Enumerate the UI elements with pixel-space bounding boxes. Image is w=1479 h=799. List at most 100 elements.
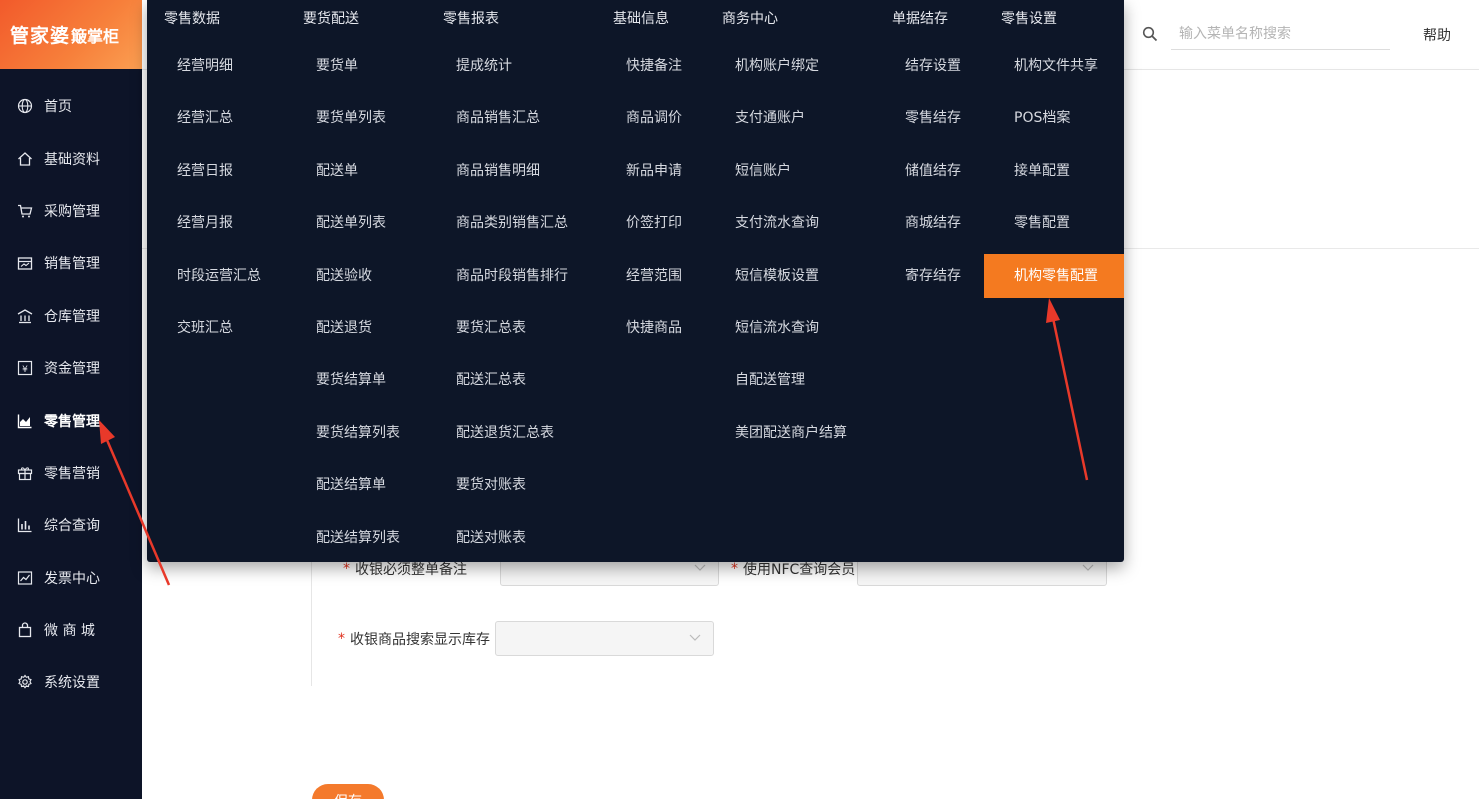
menu-item[interactable]: 配送结算单: [316, 463, 386, 507]
menu-item[interactable]: 要货对账表: [456, 463, 526, 507]
menu-item[interactable]: 要货单列表: [316, 96, 386, 140]
sidebar-item-label: 发票中心: [44, 570, 100, 587]
menu-item-highlighted[interactable]: 机构零售配置: [984, 253, 1124, 298]
chart-area-icon: [17, 413, 33, 429]
sidebar-item-10[interactable]: 微 商 城: [0, 604, 142, 656]
sidebar-item-3[interactable]: 销售管理: [0, 237, 142, 289]
sidebar: 管家婆 簸掌柜 首页基础资料采购管理销售管理仓库管理 ¥ 资金管理 零售管理零售营销综…: [0, 0, 142, 799]
sidebar-item-label: 资金管理: [44, 361, 100, 378]
gear-icon: [17, 674, 33, 690]
menu-item[interactable]: 短信流水查询: [735, 306, 819, 350]
sidebar-item-label: 微 商 城: [44, 623, 95, 640]
help-link[interactable]: 帮助: [1423, 25, 1451, 45]
menu-item[interactable]: 经营范围: [626, 254, 682, 298]
chevron-down-icon: [1082, 564, 1094, 571]
menu-item[interactable]: 配送汇总表: [456, 358, 526, 402]
menu-item[interactable]: POS档案: [1014, 96, 1070, 140]
menu-item[interactable]: 经营汇总: [177, 96, 233, 140]
menu-item[interactable]: 提成统计: [456, 44, 512, 88]
sidebar-item-label: 采购管理: [44, 203, 100, 220]
menu-item[interactable]: 价签打印: [626, 201, 682, 245]
menu-item[interactable]: 机构账户绑定: [735, 44, 819, 88]
menu-item[interactable]: 配送对账表: [456, 516, 526, 560]
menu-item[interactable]: 商品类别销售汇总: [456, 201, 568, 245]
save-button[interactable]: 保存: [312, 784, 384, 799]
sidebar-item-label: 仓库管理: [44, 308, 100, 325]
menu-item[interactable]: 零售配置: [1014, 201, 1070, 245]
search-input[interactable]: [1171, 18, 1390, 50]
menu-item[interactable]: 要货单: [316, 44, 358, 88]
menu-column-title[interactable]: 零售数据: [164, 0, 220, 39]
search-stock-select[interactable]: [495, 621, 714, 656]
home-icon: [17, 151, 33, 167]
menu-item[interactable]: 商品销售明细: [456, 149, 540, 193]
menu-column-title[interactable]: 单据结存: [892, 0, 948, 39]
menu-item[interactable]: 交班汇总: [177, 306, 233, 350]
menu-column-title[interactable]: 要货配送: [303, 0, 359, 39]
menu-item[interactable]: 商品时段销售排行: [456, 254, 568, 298]
menu-item[interactable]: 自配送管理: [735, 358, 805, 402]
menu-item[interactable]: 快捷商品: [626, 306, 682, 350]
menu-item[interactable]: 时段运营汇总: [177, 254, 261, 298]
menu-item[interactable]: 配送单: [316, 149, 358, 193]
menu-item[interactable]: 机构文件共享: [1014, 44, 1098, 88]
menu-item[interactable]: 经营日报: [177, 149, 233, 193]
menu-item[interactable]: 快捷备注: [626, 44, 682, 88]
required-mark: *: [731, 560, 738, 577]
menu-item[interactable]: 要货结算单: [316, 358, 386, 402]
sidebar-item-label: 首页: [44, 99, 72, 116]
sidebar-item-2[interactable]: 采购管理: [0, 185, 142, 237]
sidebar-item-5[interactable]: ¥ 资金管理: [0, 342, 142, 394]
menu-item[interactable]: 经营明细: [177, 44, 233, 88]
menu-item[interactable]: 商品调价: [626, 96, 682, 140]
sidebar-item-6[interactable]: 零售管理: [0, 394, 142, 446]
sidebar-item-4[interactable]: 仓库管理: [0, 290, 142, 342]
menu-column-title[interactable]: 商务中心: [722, 0, 778, 39]
menu-item[interactable]: 配送结算列表: [316, 516, 400, 560]
menu-item[interactable]: 配送退货汇总表: [456, 411, 554, 455]
sales-icon: [17, 255, 33, 271]
sidebar-item-8[interactable]: 综合查询: [0, 499, 142, 551]
bar-chart-icon: [17, 517, 33, 533]
search-icon: [1142, 26, 1158, 42]
retail-mega-menu: 零售数据经营明细经营汇总经营日报经营月报时段运营汇总 交班汇总 要货配送要货单要货单…: [147, 0, 1124, 562]
menu-item[interactable]: 结存设置: [905, 44, 961, 88]
menu-item[interactable]: 新品申请: [626, 149, 682, 193]
menu-item[interactable]: 配送单列表: [316, 201, 386, 245]
menu-item[interactable]: 支付流水查询: [735, 201, 819, 245]
trend-icon: [17, 570, 33, 586]
sidebar-item-0[interactable]: 首页: [0, 80, 142, 132]
menu-item[interactable]: 要货汇总表: [456, 306, 526, 350]
menu-item[interactable]: 商城结存: [905, 201, 961, 245]
menu-item[interactable]: 寄存结存: [905, 254, 961, 298]
logo-brand: 管家婆: [10, 25, 71, 47]
menu-item[interactable]: 接单配置: [1014, 149, 1070, 193]
menu-item[interactable]: 短信模板设置: [735, 254, 819, 298]
menu-column-title[interactable]: 基础信息: [613, 0, 669, 39]
sidebar-item-7[interactable]: 零售营销: [0, 447, 142, 499]
gift-icon: [17, 465, 33, 481]
sidebar-item-11[interactable]: 系统设置: [0, 656, 142, 708]
sidebar-item-label: 零售营销: [44, 465, 100, 482]
menu-search: [1142, 18, 1390, 50]
menu-item[interactable]: 商品销售汇总: [456, 96, 540, 140]
app-logo[interactable]: 管家婆 簸掌柜: [0, 0, 142, 69]
menu-item[interactable]: 要货结算列表: [316, 411, 400, 455]
menu-item[interactable]: 配送退货: [316, 306, 372, 350]
menu-item[interactable]: 经营月报: [177, 201, 233, 245]
menu-item[interactable]: 短信账户: [735, 149, 791, 193]
menu-item[interactable]: 储值结存: [905, 149, 961, 193]
menu-column-title[interactable]: 零售设置: [1001, 0, 1057, 39]
sidebar-item-1[interactable]: 基础资料: [0, 132, 142, 184]
sidebar-item-label: 系统设置: [44, 675, 100, 692]
sidebar-item-label: 销售管理: [44, 256, 100, 273]
form-row-search-stock: * 收银商品搜索显示库存: [338, 621, 714, 656]
menu-item[interactable]: 美团配送商户结算: [735, 411, 847, 455]
warehouse-icon: [17, 308, 33, 324]
menu-item[interactable]: 配送验收: [316, 254, 372, 298]
menu-item[interactable]: 零售结存: [905, 96, 961, 140]
menu-item[interactable]: 支付通账户: [735, 96, 805, 140]
menu-column-title[interactable]: 零售报表: [443, 0, 499, 39]
sidebar-item-9[interactable]: 发票中心: [0, 552, 142, 604]
chevron-down-icon: [689, 634, 701, 641]
